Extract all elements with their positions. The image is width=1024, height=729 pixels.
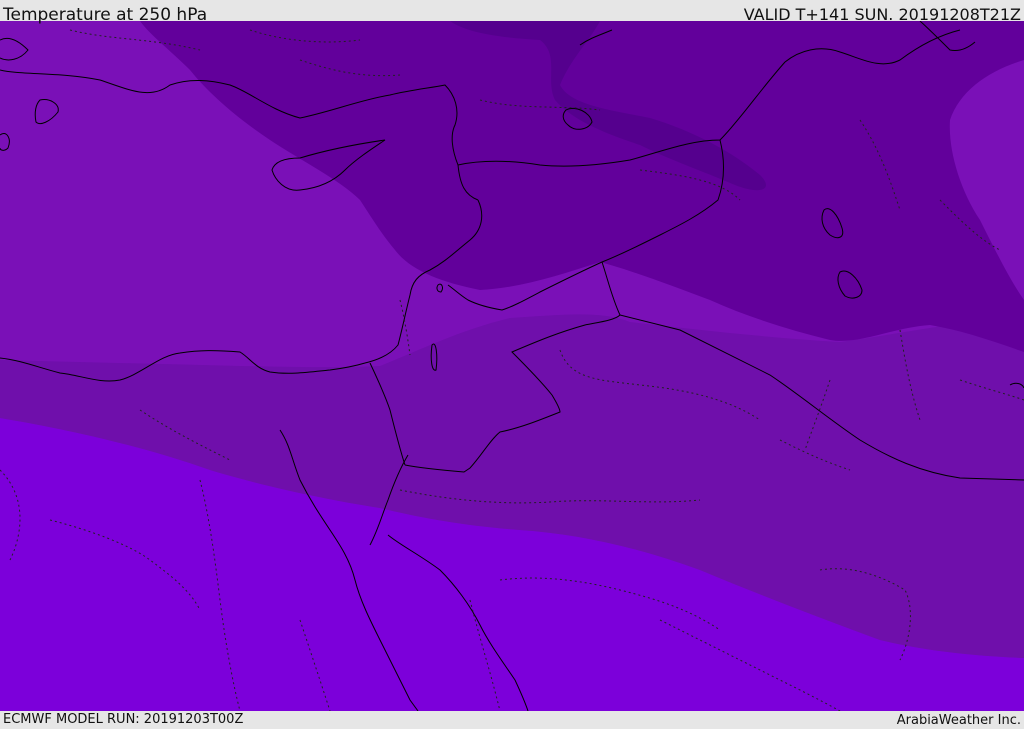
temperature-map: [0, 20, 1024, 712]
credit-label: ArabiaWeather Inc.: [896, 713, 1021, 728]
valid-time: VALID T+141 SUN. 20191208T21Z: [743, 5, 1021, 24]
map-title: Temperature at 250 hPa: [3, 5, 208, 25]
map-page: Temperature at 250 hPa VALID T+141 SUN. …: [0, 0, 1024, 729]
model-run-label: ECMWF MODEL RUN: 20191203T00Z: [3, 712, 244, 727]
